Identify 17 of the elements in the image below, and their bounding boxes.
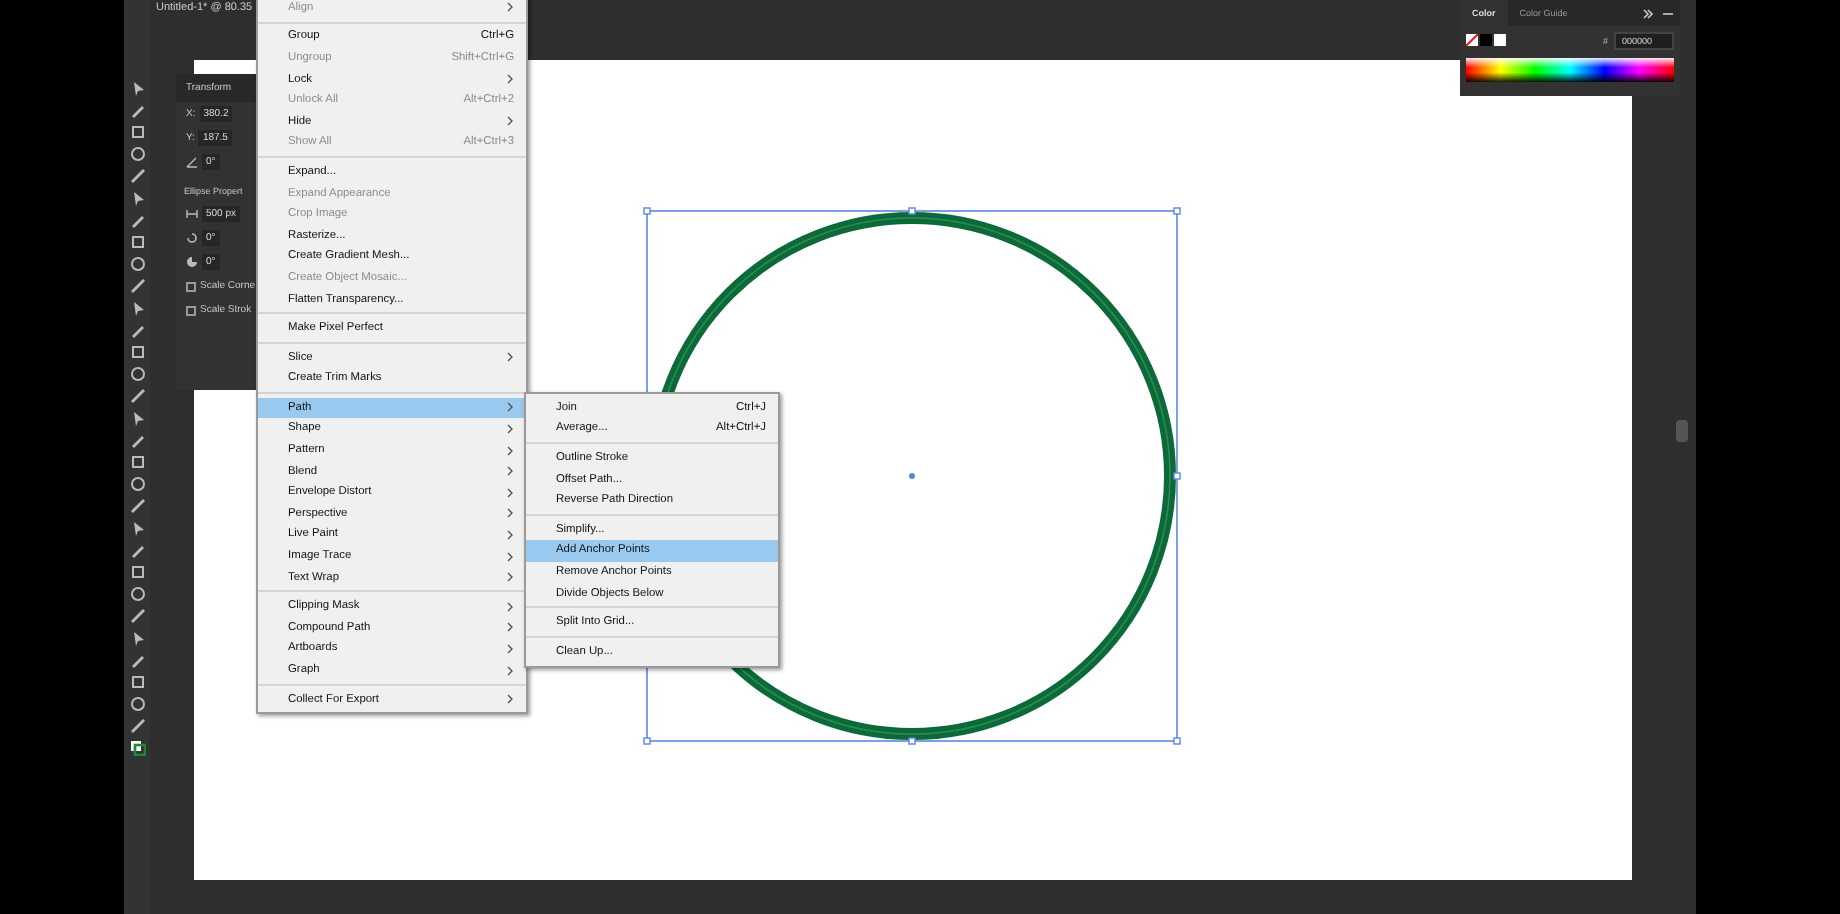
chevron-icon xyxy=(506,694,514,705)
chevron-icon xyxy=(506,74,514,85)
collapse-icon[interactable] xyxy=(1642,7,1654,19)
chevron-icon xyxy=(506,2,514,13)
none-swatch-icon[interactable] xyxy=(1466,34,1478,46)
checkbox[interactable] xyxy=(186,305,196,315)
checkbox[interactable] xyxy=(186,281,196,291)
field-icon xyxy=(186,208,198,220)
swatch-icon[interactable] xyxy=(1480,34,1492,46)
chevron-icon xyxy=(506,352,514,363)
color-spectrum[interactable] xyxy=(1466,58,1674,82)
field-icon xyxy=(186,156,198,168)
fill-stroke-swatches-icon[interactable] xyxy=(129,740,145,756)
chevron-icon xyxy=(506,116,514,127)
scrollbar-thumb[interactable] xyxy=(1676,420,1688,442)
menu-icon[interactable] xyxy=(1662,7,1674,19)
swatch-icon[interactable] xyxy=(1494,34,1506,46)
